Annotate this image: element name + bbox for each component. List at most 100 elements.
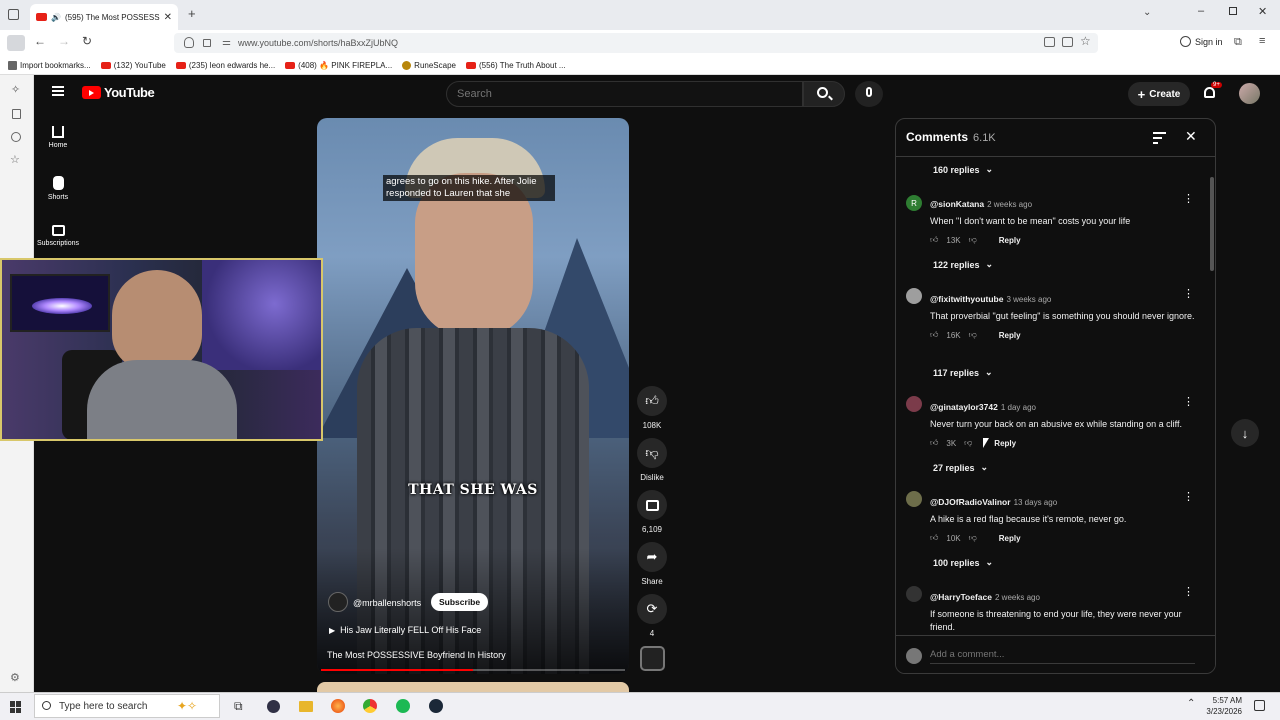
clock-time[interactable]: 5:57 AM bbox=[1204, 696, 1242, 705]
customize-gear-icon[interactable]: ⚙ bbox=[10, 671, 20, 684]
tab-overview-icon[interactable] bbox=[8, 9, 19, 20]
thumbs-down-icon[interactable]: 👎︎ bbox=[969, 330, 977, 340]
close-tab-icon[interactable]: ✕ bbox=[164, 12, 172, 23]
scrollbar-thumb[interactable] bbox=[1210, 177, 1214, 271]
nav-home[interactable]: Home bbox=[34, 126, 82, 149]
sidebar-toggle-icon[interactable] bbox=[7, 35, 25, 51]
menu-icon[interactable]: ≡ bbox=[1259, 35, 1265, 47]
search-input[interactable] bbox=[446, 81, 803, 107]
nav-shorts[interactable]: Shorts bbox=[34, 176, 82, 201]
shield-icon[interactable] bbox=[184, 37, 194, 48]
clock-date[interactable]: 3/23/2026 bbox=[1200, 707, 1242, 716]
progress-bar[interactable] bbox=[321, 669, 625, 671]
maximize-icon[interactable] bbox=[1229, 7, 1237, 15]
avatar[interactable]: R bbox=[906, 195, 922, 211]
next-short-preview[interactable] bbox=[317, 682, 629, 692]
thumbs-down-icon[interactable]: 👎︎ bbox=[964, 438, 972, 448]
back-icon[interactable]: ← bbox=[34, 34, 46, 48]
view-replies-button[interactable]: 100 replies ⌄ bbox=[933, 557, 993, 568]
bookmarks-star-icon[interactable]: ☆ bbox=[10, 153, 20, 166]
next-short-button[interactable]: ↓ bbox=[1231, 419, 1259, 447]
bookmark-item[interactable]: (408) 🔥 PINK FIREPLA... bbox=[285, 61, 392, 70]
comment-author[interactable]: @DJOfRadioValinor bbox=[930, 497, 1011, 507]
lock-icon[interactable] bbox=[203, 39, 211, 47]
more-options-icon[interactable]: ⋮ bbox=[1183, 192, 1194, 205]
reply-button[interactable]: Reply bbox=[999, 534, 1021, 543]
comment-time[interactable]: 2 weeks ago bbox=[987, 200, 1032, 209]
task-view-icon[interactable]: ⧉ bbox=[234, 699, 243, 714]
close-window-icon[interactable]: ✕ bbox=[1258, 5, 1267, 18]
new-tab-icon[interactable]: + bbox=[188, 6, 196, 21]
extensions-icon[interactable]: ⧉ bbox=[1234, 36, 1242, 49]
avatar[interactable] bbox=[1239, 83, 1260, 104]
minimize-icon[interactable]: – bbox=[1198, 5, 1204, 17]
tab-list-chevron-icon[interactable]: ⌄ bbox=[1143, 7, 1151, 18]
spotify-icon[interactable] bbox=[396, 699, 410, 713]
voice-search-button[interactable] bbox=[855, 81, 883, 107]
synced-tabs-icon[interactable] bbox=[12, 109, 21, 119]
remix-button[interactable]: ⟳ bbox=[637, 594, 667, 624]
windows-start-icon[interactable] bbox=[10, 701, 22, 713]
app-icon[interactable] bbox=[267, 700, 280, 713]
thumbs-up-icon[interactable]: 👍︎ bbox=[930, 235, 938, 245]
thumbs-up-icon[interactable]: 👍︎ bbox=[930, 533, 938, 543]
forward-icon[interactable]: → bbox=[58, 34, 70, 48]
search-button[interactable] bbox=[803, 81, 845, 107]
bookmark-item[interactable]: Import bookmarks... bbox=[8, 60, 91, 70]
bookmark-item[interactable]: RuneScape bbox=[402, 60, 456, 70]
view-replies-button[interactable]: 160 replies ⌄ bbox=[933, 164, 993, 175]
hamburger-menu-icon[interactable] bbox=[52, 86, 64, 96]
thumbs-down-icon[interactable]: 👎︎ bbox=[969, 533, 977, 543]
comment-author[interactable]: @fixitwithyoutube bbox=[930, 294, 1003, 304]
comment-author[interactable]: @ginataylor3742 bbox=[930, 402, 998, 412]
youtube-logo[interactable]: YouTube bbox=[82, 85, 155, 100]
audio-icon[interactable]: 🔊 bbox=[51, 13, 61, 22]
sound-thumbnail[interactable] bbox=[640, 646, 665, 671]
view-replies-button[interactable]: 122 replies ⌄ bbox=[933, 259, 993, 270]
add-comment-input[interactable] bbox=[930, 646, 1195, 664]
taskbar-search[interactable]: Type here to search ✦✧ bbox=[34, 694, 220, 718]
bookmark-item[interactable]: (556) The Truth About ... bbox=[465, 61, 566, 70]
bookmark-star-icon[interactable]: ☆ bbox=[1080, 34, 1091, 48]
page-settings-icon[interactable]: ⚌ bbox=[222, 37, 231, 48]
screenshot-icon[interactable] bbox=[1044, 37, 1055, 47]
history-icon[interactable] bbox=[11, 132, 21, 142]
subscribe-button[interactable]: Subscribe bbox=[431, 593, 489, 611]
more-options-icon[interactable]: ⋮ bbox=[1183, 287, 1194, 300]
like-button[interactable]: 👍︎ bbox=[637, 386, 667, 416]
dislike-button[interactable]: 👎︎ bbox=[637, 438, 667, 468]
comment-time[interactable]: 13 days ago bbox=[1014, 498, 1058, 507]
more-options-icon[interactable]: ⋮ bbox=[1183, 395, 1194, 408]
comment-time[interactable]: 2 weeks ago bbox=[995, 593, 1040, 602]
firefox-icon[interactable] bbox=[331, 699, 345, 713]
thumbs-up-icon[interactable]: 👍︎ bbox=[930, 438, 938, 448]
view-replies-button[interactable]: 27 replies ⌄ bbox=[933, 462, 988, 473]
chrome-icon[interactable] bbox=[363, 699, 377, 713]
sort-icon[interactable] bbox=[1153, 132, 1166, 144]
bookmark-item[interactable]: (132) YouTube bbox=[100, 61, 166, 70]
file-explorer-icon[interactable] bbox=[299, 701, 313, 712]
comment-author[interactable]: @sionKatana bbox=[930, 199, 984, 209]
thumbs-down-icon[interactable]: 👎︎ bbox=[969, 235, 977, 245]
avatar[interactable] bbox=[906, 396, 922, 412]
bookmark-item[interactable]: (235) leon edwards he... bbox=[175, 61, 275, 70]
browser-tab[interactable]: 🔊 (595) The Most POSSESSIVE ✕ bbox=[30, 4, 178, 30]
more-options-icon[interactable]: ⋮ bbox=[1183, 585, 1194, 598]
avatar[interactable] bbox=[906, 491, 922, 507]
reload-icon[interactable]: ↻ bbox=[82, 34, 92, 48]
reply-button[interactable]: Reply bbox=[999, 236, 1021, 245]
thumbs-up-icon[interactable]: 👍︎ bbox=[930, 330, 938, 340]
comment-author[interactable]: @HarryToeface bbox=[930, 592, 992, 602]
nav-subscriptions[interactable]: Subscriptions bbox=[34, 225, 82, 247]
notifications-bell-icon[interactable]: 9+ bbox=[1203, 82, 1222, 100]
channel-name[interactable]: @mrballenshorts bbox=[353, 598, 421, 608]
channel-avatar[interactable] bbox=[328, 592, 348, 612]
ai-sparkle-icon[interactable]: ✧ bbox=[11, 83, 20, 96]
pocket-icon[interactable] bbox=[1062, 37, 1073, 47]
view-replies-button[interactable]: 117 replies ⌄ bbox=[933, 367, 993, 378]
steam-icon[interactable] bbox=[429, 699, 443, 713]
close-icon[interactable]: ✕ bbox=[1185, 128, 1197, 145]
comment-time[interactable]: 1 day ago bbox=[1001, 403, 1036, 412]
related-video-link[interactable]: ▶ His Jaw Literally FELL Off His Face bbox=[329, 625, 481, 635]
notification-center-icon[interactable] bbox=[1254, 700, 1265, 711]
